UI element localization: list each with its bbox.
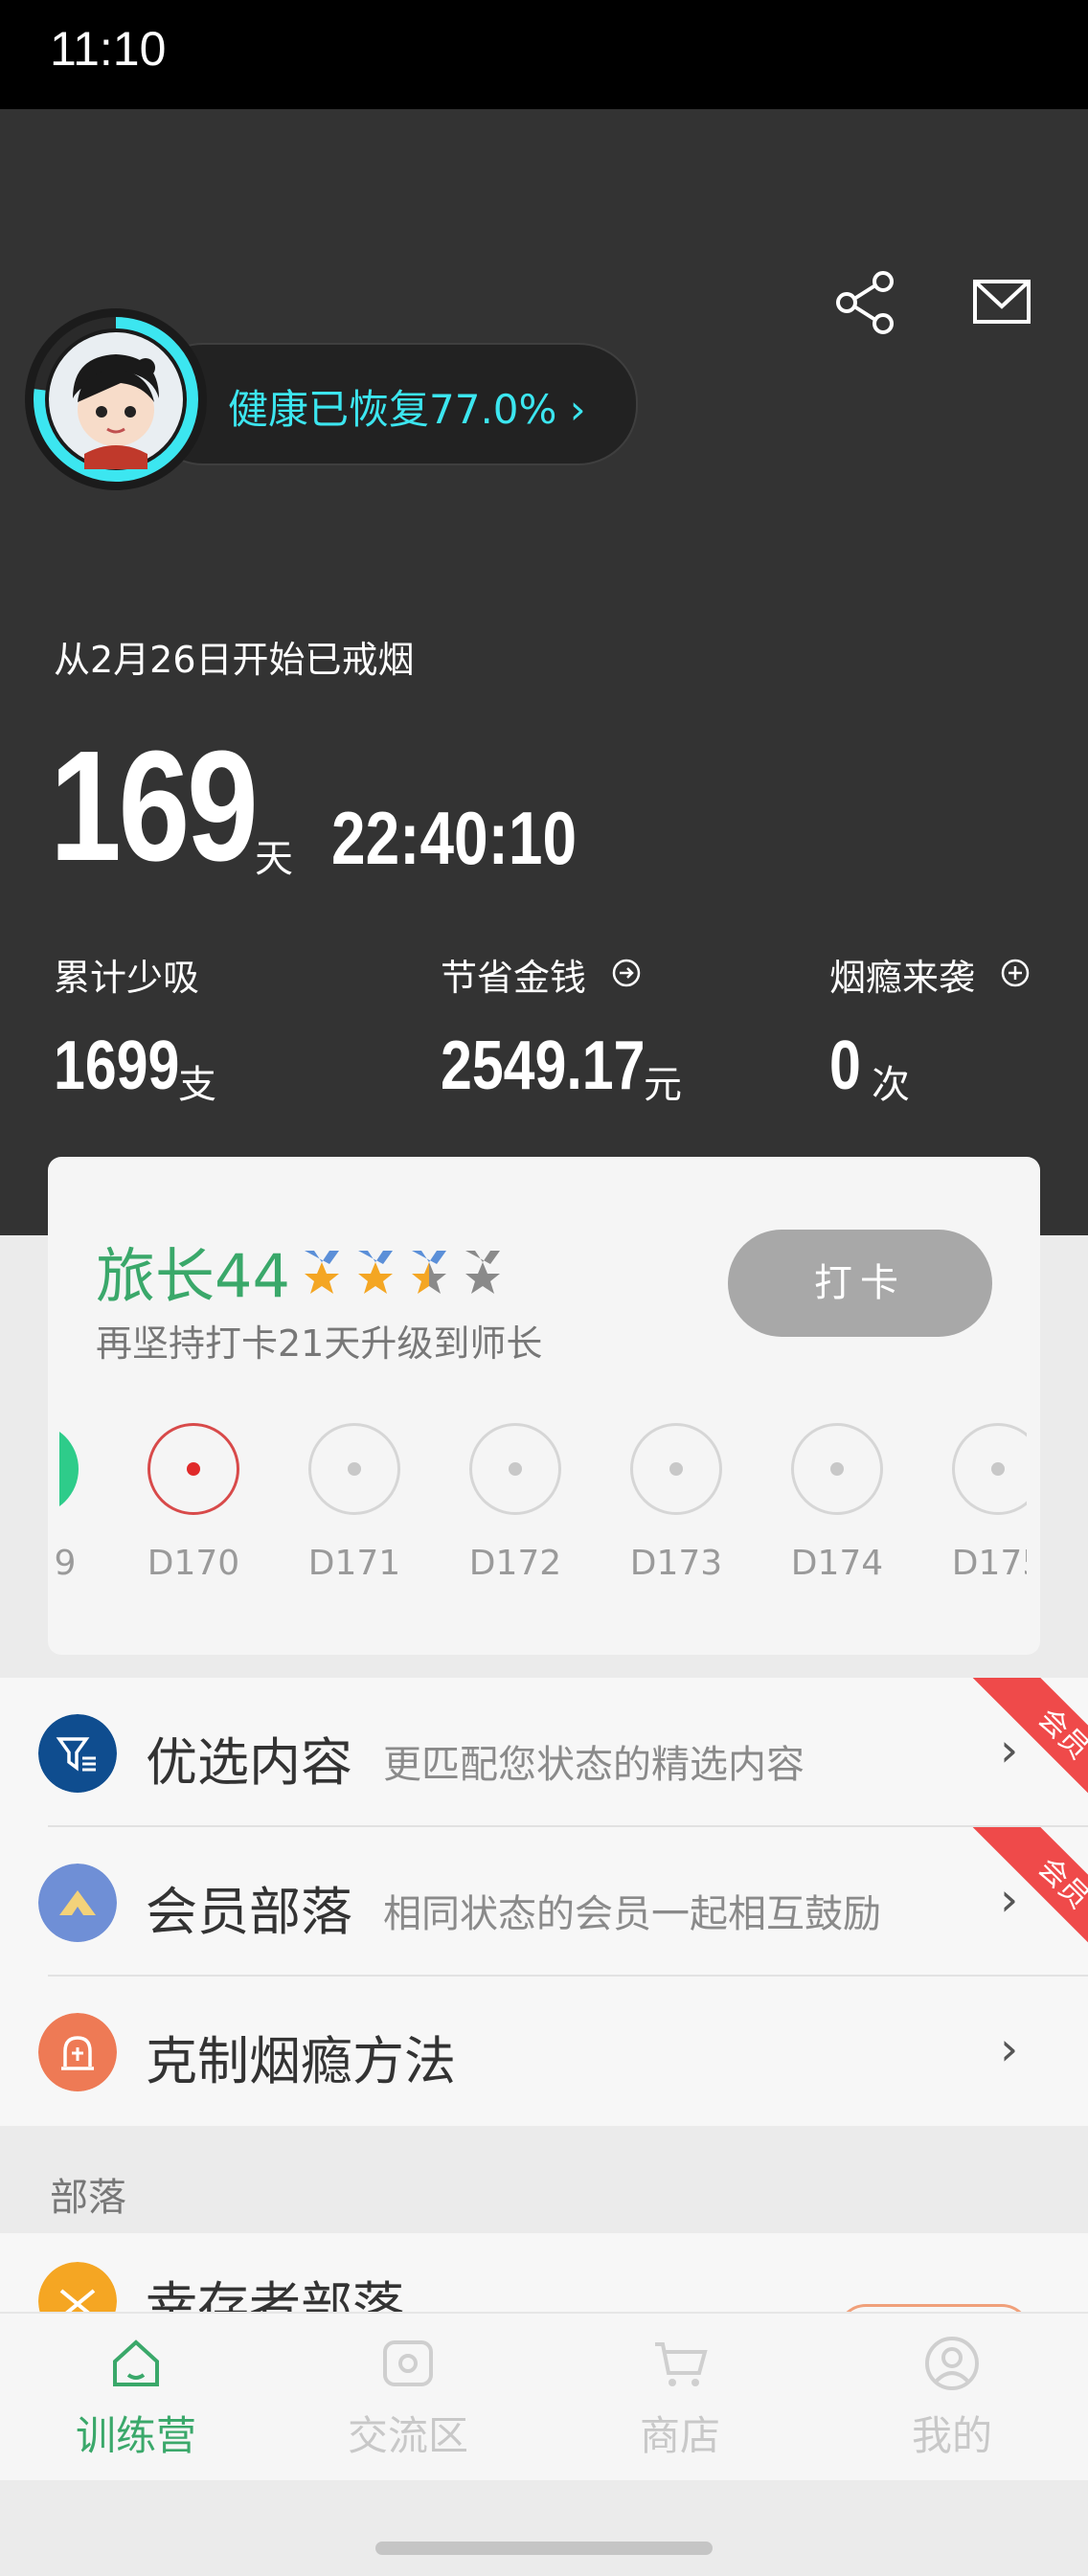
day-label: D171 [307, 1544, 401, 1583]
day-circle [308, 1423, 400, 1515]
stat-label-cravings: 烟瘾来袭 [829, 957, 976, 999]
empty-star-icon [465, 1251, 500, 1294]
member-badge: 会员 [958, 1827, 1088, 1957]
day-label: D174 [790, 1544, 884, 1583]
rank-subtitle: 再坚持打卡21天升级到师长 [96, 1322, 543, 1365]
stat-unit-cravings: 次 [872, 1063, 910, 1107]
half-star-icon [412, 1251, 446, 1294]
day-circle [952, 1423, 1027, 1515]
day-circle [791, 1423, 883, 1515]
stat-label-cigarettes: 累计少吸 [54, 957, 200, 999]
star-icon [358, 1251, 393, 1294]
tab-label: 训练营 [75, 2412, 196, 2459]
day-circle-prev [59, 1423, 79, 1515]
tab-label: 我的 [911, 2412, 992, 2459]
day-circle [630, 1423, 722, 1515]
stat-value-cigarettes: 1699 [54, 1028, 180, 1104]
system-nav-area [0, 2480, 1088, 2576]
tab-store[interactable]: 商店 [584, 2333, 776, 2462]
tab-label: 商店 [639, 2412, 720, 2459]
tent-icon [38, 1864, 117, 1942]
alarm-icon [38, 2013, 117, 2091]
health-progress-text[interactable]: 健康已恢复77.0% › [228, 377, 586, 436]
home-icon [113, 2339, 159, 2386]
elapsed-clock: 22:40:10 [331, 796, 578, 880]
tab-discussion[interactable]: 交流区 [312, 2333, 504, 2462]
stat-label-money: 节省金钱 [441, 957, 587, 999]
day-circle-current[interactable] [147, 1423, 239, 1515]
days-count: 169 [50, 718, 259, 893]
avatar[interactable] [46, 329, 186, 469]
day-strip-clip: D175 [952, 1417, 1027, 1609]
tab-profile[interactable]: 我的 [856, 2333, 1048, 2462]
row-subtitle: 相同状态的会员一起相互鼓励 [383, 1892, 881, 1936]
arrow-circle-icon[interactable] [611, 958, 642, 988]
row-subtitle: 更匹配您状态的精选内容 [383, 1743, 805, 1787]
plus-circle-icon[interactable] [1000, 958, 1031, 988]
filter-icon [38, 1714, 117, 1793]
stat-unit-money: 元 [644, 1063, 682, 1107]
day-label: D173 [629, 1544, 723, 1583]
status-bar: 11:10 [0, 0, 1088, 109]
row-title: 克制烟瘾方法 [146, 2031, 456, 2091]
chevron-right-icon: › [1000, 2022, 1019, 2076]
day-label: D175 [952, 1544, 1027, 1583]
home-indicator[interactable] [375, 2542, 713, 2555]
row-title: 优选内容 [146, 1732, 352, 1793]
profile-icon [925, 2337, 979, 2390]
cart-icon [655, 2342, 708, 2386]
section-label-tribe: 部落 [50, 2176, 126, 2220]
checkin-button[interactable]: 打卡 [728, 1230, 992, 1337]
member-badge: 会员 [958, 1678, 1088, 1808]
status-time: 11:10 [50, 22, 167, 76]
chat-icon [383, 2340, 433, 2386]
day-circle [469, 1423, 561, 1515]
stat-value-money: 2549.17 [441, 1028, 646, 1104]
day-label: D172 [468, 1544, 562, 1583]
day-label: D170 [147, 1544, 240, 1583]
stat-value-cravings: 0 [829, 1028, 861, 1104]
tab-training-camp[interactable]: 训练营 [40, 2333, 232, 2462]
mail-icon[interactable] [963, 264, 1040, 341]
day-label: 9 [54, 1544, 77, 1583]
tab-label: 交流区 [347, 2412, 468, 2459]
row-title: 会员部落 [146, 1882, 352, 1942]
stat-unit-cigarettes: 支 [178, 1063, 216, 1107]
quit-since-text: 从2月26日开始已戒烟 [54, 639, 415, 681]
days-unit: 天 [255, 837, 293, 881]
star-icon [305, 1251, 339, 1294]
share-icon[interactable] [827, 264, 904, 341]
rank-title: 旅长44 [96, 1241, 290, 1311]
rank-stars [305, 1251, 500, 1294]
